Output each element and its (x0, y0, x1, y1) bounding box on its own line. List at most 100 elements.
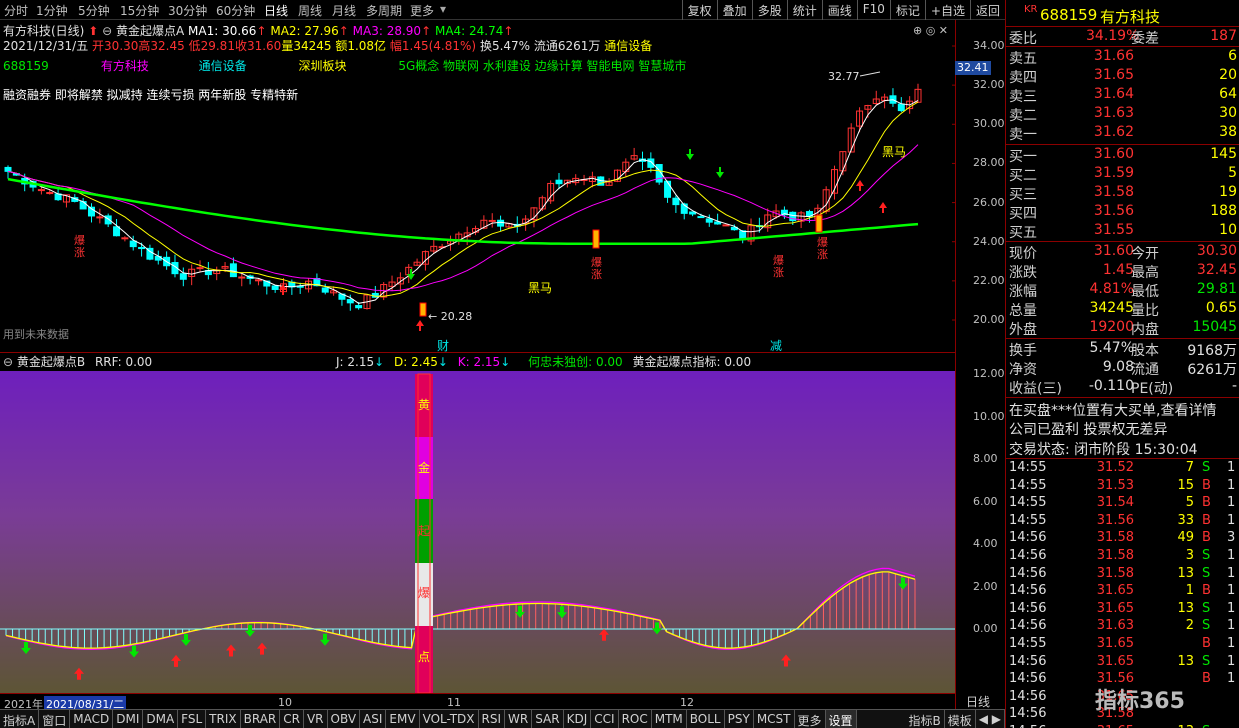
tick-price: 31.54 (1096, 495, 1134, 511)
period-tab[interactable]: 多周期 (366, 2, 402, 19)
candle-body (497, 219, 505, 227)
toolbar-button[interactable]: F10 (856, 0, 890, 20)
indicator-tab[interactable]: 窗口 (39, 710, 71, 728)
indicator-tab[interactable]: SAR (532, 710, 564, 728)
indicator-tab[interactable]: TRIX (206, 710, 241, 728)
tick-count: 1 (1227, 653, 1236, 669)
candle-body (555, 179, 563, 185)
sell-arrow-icon (21, 641, 31, 654)
indicator-tab[interactable]: 设置 (825, 710, 857, 728)
toolbar-button[interactable]: 画线 (821, 0, 857, 20)
indicator-tab[interactable]: OBV (328, 710, 361, 728)
toolbar-button[interactable]: 多股 (751, 0, 787, 20)
period-tab[interactable]: 更多 (410, 2, 434, 19)
indicator-tab[interactable]: ROC (619, 710, 652, 728)
indicator-tab[interactable]: WR (505, 710, 533, 728)
kr-badge: KR (1024, 4, 1038, 15)
tick-row: 14:56 31.63 2 S 1 (1006, 618, 1239, 636)
indicator-tab[interactable]: MTM (652, 710, 687, 728)
tick-time: 14:56 (1009, 653, 1047, 669)
dropdown-icon[interactable]: ▾ (440, 2, 446, 16)
row-label: 卖四 (1009, 70, 1037, 86)
buy-arrow-icon (856, 180, 864, 191)
tick-volume: 33 (1177, 512, 1194, 528)
indicator-tab[interactable]: CCI (591, 710, 619, 728)
notice-big-order[interactable]: 在买盘***位置有大买单,查看详情 (1009, 400, 1216, 420)
ask-row: 卖二 31.63 30 (1006, 105, 1239, 124)
indicator-tab[interactable]: DMI (113, 710, 144, 728)
indicator-tab[interactable]: EMV (386, 710, 420, 728)
toolbar-button[interactable]: 统计 (786, 0, 822, 20)
indicator-chart[interactable]: 黄金起爆点 (0, 371, 955, 693)
toolbar-button[interactable]: 标记 (889, 0, 925, 20)
period-tab[interactable]: 周线 (298, 2, 322, 19)
tick-time: 14:55 (1009, 460, 1047, 475)
indicator-tab[interactable]: 指标A (0, 710, 40, 728)
indicator-tab[interactable]: MCST (754, 710, 795, 728)
toolbar-button[interactable]: 返回 (969, 0, 1005, 20)
tick-volume: 3 (1185, 548, 1194, 563)
period-tab[interactable]: 月线 (332, 2, 356, 19)
period-tab[interactable]: 日线 (264, 2, 288, 19)
row-value-2: 20 (1219, 67, 1237, 83)
period-tab[interactable]: 1分钟 (36, 2, 68, 19)
tick-time: 14:56 (1009, 724, 1046, 728)
candle-body (271, 285, 279, 290)
tick-count: 1 (1227, 512, 1236, 528)
indicator-tab[interactable]: CR (280, 710, 304, 728)
indicator-tab[interactable]: BRAR (241, 710, 281, 728)
period-tab[interactable]: 5分钟 (78, 2, 110, 19)
period-tab[interactable]: 分时 (4, 2, 28, 19)
indicator-tab[interactable]: 模板 (945, 710, 976, 728)
indicator-b-name[interactable]: 黄金起爆点B (17, 355, 85, 369)
candle-body (46, 192, 54, 195)
period-tab[interactable]: 15分钟 (120, 2, 159, 19)
tick-time: 14:56 (1009, 530, 1047, 546)
indicator-tab[interactable]: FSL (178, 710, 207, 728)
indicator-tab[interactable]: PSY (725, 710, 754, 728)
row-value: 5.47% (1089, 340, 1134, 356)
indicator-tab[interactable]: BOLL (687, 710, 725, 728)
tabs-right: 指标B 模板 ◀ ▶ (905, 710, 1005, 728)
row-value-2: 9168万 (1187, 343, 1237, 359)
indicator-tab[interactable]: ASI (360, 710, 387, 728)
row-label-2: 委差 (1131, 31, 1159, 47)
price-tick: 30.00 (973, 117, 1005, 131)
toolbar-button[interactable]: +自选 (924, 0, 970, 20)
tick-volume: 49 (1177, 530, 1194, 546)
indicator-tab[interactable]: DMA (143, 710, 179, 728)
indicator-tab[interactable]: VR (304, 710, 328, 728)
indicator-tab[interactable]: VOL-TDX (420, 710, 479, 728)
indicator-tab[interactable]: RSI (479, 710, 506, 728)
stat-row-2: 换手 5.47% 股本 9168万 (1006, 340, 1239, 359)
indicator-tab[interactable]: 指标B (905, 710, 945, 728)
price-tick: 32.00 (973, 78, 1005, 92)
period-tab[interactable]: 60分钟 (216, 2, 255, 19)
row-value: 1.45 (1102, 262, 1134, 278)
ask-row: 卖四 31.65 20 (1006, 67, 1239, 86)
scroll-arrows[interactable]: ◀ ▶ (976, 710, 1005, 728)
toolbar-button[interactable]: 叠加 (716, 0, 752, 20)
stat-row: 外盘 19200 内盘 15045 (1006, 319, 1239, 338)
indicator-tab[interactable]: MACD (70, 710, 114, 728)
row-label: 卖五 (1009, 51, 1037, 67)
hezhong-value: 何忠未独创: 0.00 (528, 355, 623, 369)
row-value: 31.65 (1093, 67, 1134, 83)
toolbar-button[interactable]: 复权 (681, 0, 717, 20)
tick-volume: 13 (1166, 724, 1194, 728)
sell-arrow-icon (407, 269, 415, 280)
candle-body (79, 201, 87, 210)
indicator-axis: 12.00 10.00 8.00 6.00 4.00 2.00 0.00 (955, 352, 1005, 693)
main-kline-chart[interactable]: 32.77← 20.28黑马黑马爆涨爆涨爆涨爆涨财 减⊕ ◎ ✕ (0, 20, 955, 352)
rrf-value: RRF: 0.00 (94, 355, 153, 369)
current-price-tag: 32.41 (955, 61, 991, 75)
tick-time: 14:56 (1009, 671, 1047, 687)
row-label-2: 量比 (1131, 303, 1159, 319)
indicator-tab[interactable]: KDJ (564, 710, 592, 728)
period-tab[interactable]: 30分钟 (168, 2, 207, 19)
candle-body (238, 276, 246, 279)
row-value-2: 10 (1219, 222, 1237, 238)
indicator-tab[interactable]: 更多 (795, 710, 826, 728)
indicator-dropdown-icon[interactable]: ⊖ (3, 355, 13, 369)
row-label-2: 最低 (1131, 284, 1159, 300)
